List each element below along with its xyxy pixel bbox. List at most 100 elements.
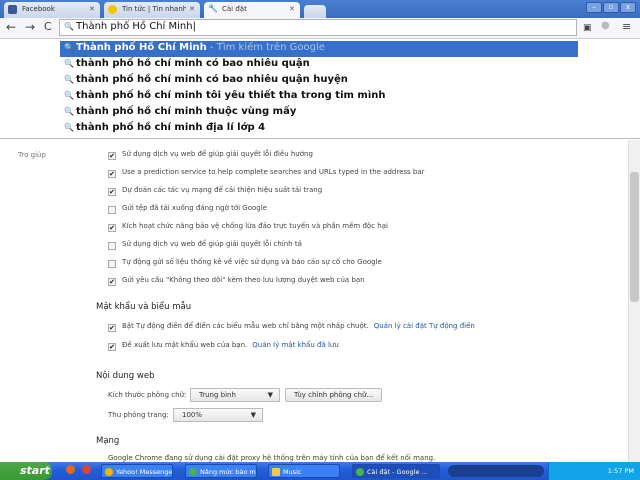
close-window-button[interactable]: x xyxy=(620,2,636,13)
checkbox-row[interactable]: ✔ Bật Tự động điền để điền các biểu mẫu w… xyxy=(108,322,475,336)
checkbox[interactable]: ✔ xyxy=(108,188,116,196)
tab-news[interactable]: Tin tức | Tin nhanh công ngh✕ xyxy=(104,2,200,18)
checkbox-label: Kích hoạt chức năng bảo vệ chống lừa đảo… xyxy=(122,222,388,230)
search-icon: 🔍 xyxy=(64,91,74,100)
search-icon: 🔍 xyxy=(64,59,74,68)
checkbox-label: Đề xuất lưu mật khẩu web của bạn. xyxy=(122,341,248,349)
checkbox-row[interactable]: Tự động gửi số liệu thống kê về việc sử … xyxy=(108,258,382,272)
page-zoom-select[interactable]: 100% ▼ xyxy=(173,408,263,422)
checkbox-label: Dự đoán các tác vụ mạng để cải thiện hiệ… xyxy=(122,186,323,194)
checkbox[interactable] xyxy=(108,242,116,250)
scrollbar-thumb[interactable] xyxy=(630,172,639,302)
back-icon[interactable]: ← xyxy=(6,20,16,34)
checkbox-row[interactable]: Sử dụng dịch vụ web để giúp giải quyết l… xyxy=(108,240,302,254)
menu-icon[interactable]: ≡ xyxy=(622,20,631,33)
suggestion-item[interactable]: 🔍 thành phố hồ chí minh có bao nhiêu quận… xyxy=(60,73,578,89)
omnibox-suggestions: 🔍 Thành phố Hồ Chí Minh - Tìm kiếm trên G… xyxy=(0,39,640,139)
search-icon: 🔍 xyxy=(64,43,74,52)
suggestion-item[interactable]: 🔍 thành phố hồ chí minh địa lí lớp 4 xyxy=(60,121,578,137)
font-size-value: Trung bình xyxy=(199,391,236,399)
checkbox-label: Gửi tệp đã tải xuống đáng ngờ tới Google xyxy=(122,204,267,212)
checkbox-row[interactable]: ✔ Đề xuất lưu mật khẩu web của bạn. Quản l… xyxy=(108,341,339,355)
suggestion-hint: - Tìm kiếm trên Google xyxy=(206,42,325,53)
checkbox-label: Sử dụng dịch vụ web để giúp giải quyết l… xyxy=(122,150,313,158)
search-icon: 🔍 xyxy=(64,107,74,116)
settings-link[interactable]: Quản lý cài đặt Tự động điền xyxy=(374,322,475,330)
checkbox-row[interactable]: ✔ Dự đoán các tác vụ mạng để cải thiện hi… xyxy=(108,186,322,200)
extension-icon[interactable]: ▣ xyxy=(583,23,592,33)
chrome-icon xyxy=(356,468,364,476)
suggestion-text: thành phố hồ chí minh địa lí lớp 4 xyxy=(76,122,266,133)
checkbox-row[interactable]: ✔ Kích hoạt chức năng bảo vệ chống lừa đả… xyxy=(108,222,388,236)
chevron-down-icon: ▼ xyxy=(267,391,273,399)
taskbar-item[interactable]: Music xyxy=(268,464,340,478)
checkbox[interactable] xyxy=(108,260,116,268)
suggestion-item[interactable]: 🔍 Thành phố Hồ Chí Minh - Tìm kiếm trên G… xyxy=(60,41,578,57)
task-label: Cài đặt - Google ... xyxy=(367,468,428,476)
new-tab-button[interactable] xyxy=(304,5,326,18)
start-button[interactable]: start xyxy=(0,462,52,480)
checkbox[interactable]: ✔ xyxy=(108,224,116,232)
section-title-network: Mạng xyxy=(96,436,120,446)
settings-link[interactable]: Quản lý mật khẩu đã lưu xyxy=(252,341,339,349)
omnibox[interactable]: 🔍 Thành phố Hồ Chí Minh| xyxy=(59,19,577,36)
maximize-button[interactable]: ▫ xyxy=(603,2,619,13)
suggestion-text: thành phố hồ chí minh có bao nhiêu quận xyxy=(76,58,310,69)
search-icon: 🔍 xyxy=(64,75,74,84)
close-tab-icon[interactable]: ✕ xyxy=(289,5,295,13)
taskbar-item[interactable]: Yahoo! Messenger xyxy=(101,464,173,478)
tab-label: Cài đặt xyxy=(222,5,247,13)
task-label: Yahoo! Messenger xyxy=(116,468,173,476)
checkbox-row[interactable]: Gửi tệp đã tải xuống đáng ngờ tới Google xyxy=(108,204,267,218)
media-player-controls[interactable] xyxy=(448,465,544,477)
yahoo-icon xyxy=(105,468,113,476)
checkbox[interactable]: ✔ xyxy=(108,343,116,351)
chrome-icon xyxy=(189,468,197,476)
omnibox-value: Thành phố Hồ Chí Minh xyxy=(76,21,193,32)
checkbox-label: Bật Tự động điền để điền các biểu mẫu we… xyxy=(122,322,369,330)
font-size-select[interactable]: Trung bình ▼ xyxy=(190,388,280,402)
task-label: Music xyxy=(283,468,302,476)
customize-fonts-button[interactable]: Tùy chỉnh phông chữ... xyxy=(285,388,383,402)
extension-icon[interactable]: ● xyxy=(601,20,610,31)
close-tab-icon[interactable]: ✕ xyxy=(89,5,95,13)
font-size-label: Kích thước phông chữ: xyxy=(108,391,187,399)
folder-icon xyxy=(272,468,280,476)
tab-label: Facebook xyxy=(22,5,55,13)
checkbox-row[interactable]: ✔ Use a prediction service to help comple… xyxy=(108,168,425,182)
search-icon: 🔍 xyxy=(64,22,74,31)
checkbox[interactable]: ✔ xyxy=(108,278,116,286)
section-title-web-content: Nội dung web xyxy=(96,371,155,381)
facebook-icon xyxy=(8,5,17,14)
search-icon: 🔍 xyxy=(64,123,74,132)
page-zoom-label: Thu phóng trang: xyxy=(108,411,169,419)
checkbox[interactable]: ✔ xyxy=(108,170,116,178)
suggestion-text: thành phố hồ chí minh thuộc vùng mấy xyxy=(76,106,297,117)
checkbox-row[interactable]: ✔ Gửi yêu cầu "Không theo dõi" kèm theo l… xyxy=(108,276,365,290)
clock: 1:57 PM xyxy=(607,467,634,475)
reload-icon[interactable]: C xyxy=(44,20,52,33)
taskbar-item[interactable]: Nâng mức bảo m... xyxy=(185,464,257,478)
opera-icon[interactable] xyxy=(82,465,91,474)
tab-strip: Facebook✕ Tin tức | Tin nhanh công ngh✕ … xyxy=(0,0,640,18)
suggestion-item[interactable]: 🔍 thành phố hồ chí minh có bao nhiêu quận xyxy=(60,57,578,73)
checkbox[interactable]: ✔ xyxy=(108,152,116,160)
taskbar-item[interactable]: Cài đặt - Google ... xyxy=(352,464,440,478)
checkbox[interactable]: ✔ xyxy=(108,324,116,332)
tab-facebook[interactable]: Facebook ✕ xyxy=(4,2,100,18)
forward-icon[interactable]: → xyxy=(25,20,35,34)
chevron-down-icon: ▼ xyxy=(250,411,256,419)
tab-label: Tin tức | Tin nhanh công ngh xyxy=(122,5,186,13)
sidebar-item-help[interactable]: Trợ giúp xyxy=(18,151,46,159)
section-title-passwords: Mật khẩu và biểu mẫu xyxy=(96,302,192,312)
tab-settings[interactable]: 🔧 Cài đặt ✕ xyxy=(204,2,300,18)
minimize-button[interactable]: – xyxy=(586,2,602,13)
firefox-icon[interactable] xyxy=(66,465,75,474)
suggestion-item[interactable]: 🔍 thành phố hồ chí minh tôi yêu thiết tha… xyxy=(60,89,578,105)
checkbox[interactable] xyxy=(108,206,116,214)
checkbox-row[interactable]: ✔ Sử dụng dịch vụ web để giúp giải quyết … xyxy=(108,150,313,164)
checkbox-label: Use a prediction service to help complet… xyxy=(122,168,425,176)
suggestion-item[interactable]: 🔍 thành phố hồ chí minh thuộc vùng mấy xyxy=(60,105,578,121)
close-tab-icon[interactable]: ✕ xyxy=(189,5,195,13)
wrench-icon: 🔧 xyxy=(208,4,218,13)
